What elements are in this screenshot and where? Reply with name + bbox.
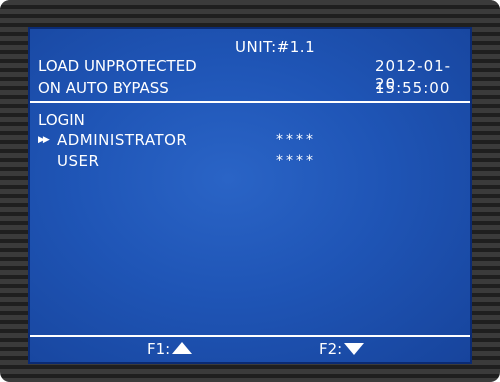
f2-label: F2: — [319, 340, 343, 358]
time-display: 15:55:00 — [375, 79, 451, 97]
password-mask: **** — [276, 153, 316, 169]
unit-id: UNIT:#1.1 — [235, 38, 316, 56]
menu-item-administrator[interactable]: ▶▶ ADMINISTRATOR **** — [30, 130, 470, 150]
device-bezel: UNIT:#1.1 LOAD UNPROTECTED ON AUTO BYPAS… — [0, 0, 500, 382]
down-triangle-icon — [344, 342, 365, 355]
alarm-line-2: ON AUTO BYPASS — [38, 79, 169, 97]
f2-down-button[interactable]: F2: — [319, 340, 365, 358]
alarm-line-1: LOAD UNPROTECTED — [38, 57, 197, 75]
menu-item-label: USER — [57, 152, 100, 170]
function-key-bar: F1: F2: — [30, 335, 470, 362]
f1-up-button[interactable]: F1: — [147, 340, 193, 358]
menu-item-user[interactable]: USER **** — [30, 151, 470, 171]
up-triangle-icon — [172, 342, 193, 354]
menu-item-label: ADMINISTRATOR — [57, 131, 188, 149]
selection-cursor-icon: ▶▶ — [38, 135, 50, 145]
lcd-screen: UNIT:#1.1 LOAD UNPROTECTED ON AUTO BYPAS… — [28, 27, 472, 364]
password-mask: **** — [276, 132, 316, 148]
menu-title: LOGIN — [38, 111, 85, 129]
login-menu: LOGIN ▶▶ ADMINISTRATOR **** USER **** — [30, 103, 470, 335]
status-header: UNIT:#1.1 LOAD UNPROTECTED ON AUTO BYPAS… — [30, 29, 470, 103]
f1-label: F1: — [147, 340, 171, 358]
